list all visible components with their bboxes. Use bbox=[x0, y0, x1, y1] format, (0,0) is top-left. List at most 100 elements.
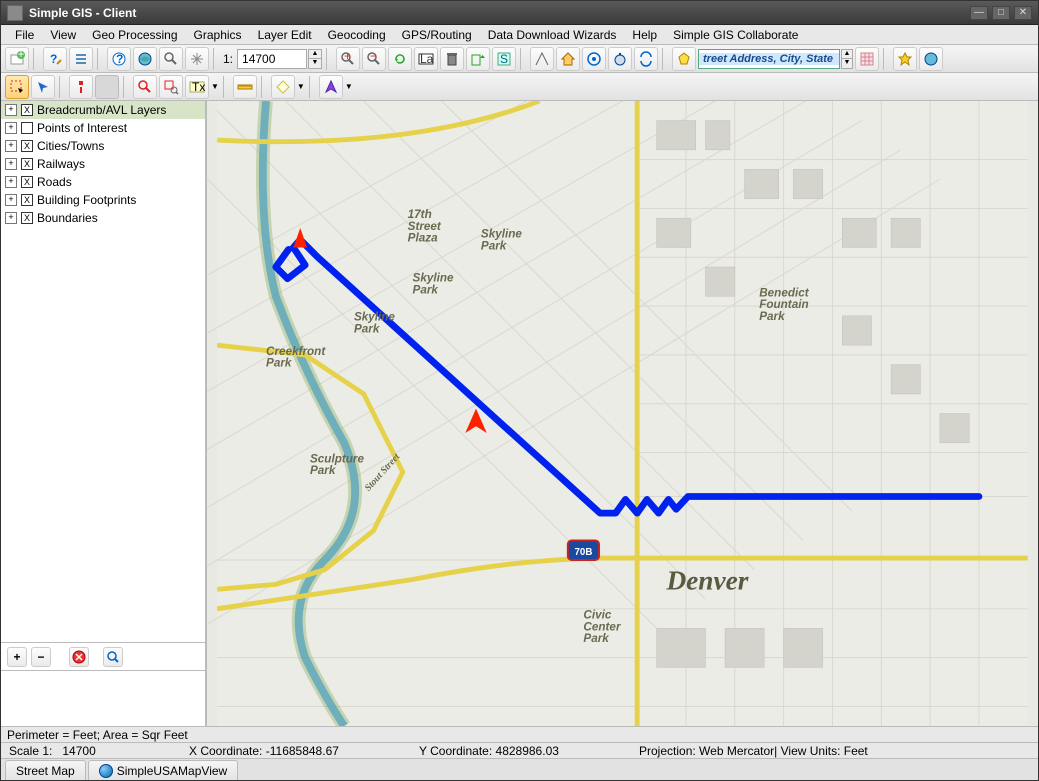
ruler-button[interactable] bbox=[233, 75, 257, 99]
help-wizard-button[interactable]: ? bbox=[43, 47, 67, 71]
main-body: +XBreadcrumb/AVL Layers+Points of Intere… bbox=[1, 101, 1038, 726]
menu-file[interactable]: File bbox=[7, 26, 42, 44]
sync-button[interactable] bbox=[634, 47, 658, 71]
expand-icon[interactable]: + bbox=[5, 194, 17, 206]
add-item-button[interactable]: + bbox=[7, 647, 27, 667]
x-coord-label: X Coordinate: bbox=[189, 744, 262, 758]
map-canvas[interactable]: 70B Denver 17thStreetPlaza SkylinePark S… bbox=[207, 101, 1038, 726]
expand-icon[interactable]: + bbox=[5, 158, 17, 170]
list-button[interactable] bbox=[69, 47, 93, 71]
add-layer-button[interactable]: + bbox=[5, 47, 29, 71]
menu-graphics[interactable]: Graphics bbox=[186, 26, 250, 44]
refresh-button[interactable] bbox=[388, 47, 412, 71]
layer-checkbox[interactable]: X bbox=[21, 212, 33, 224]
layer-checkbox[interactable]: X bbox=[21, 194, 33, 206]
remove-item-button[interactable]: − bbox=[31, 647, 51, 667]
layer-tree[interactable]: +XBreadcrumb/AVL Layers+Points of Intere… bbox=[1, 101, 205, 642]
expand-icon[interactable]: + bbox=[5, 122, 17, 134]
grid-button[interactable] bbox=[855, 47, 879, 71]
select-point-button[interactable] bbox=[31, 75, 55, 99]
svg-text:+: + bbox=[17, 51, 24, 61]
layer-row[interactable]: + X Roads bbox=[1, 173, 205, 191]
measure-button[interactable] bbox=[530, 47, 554, 71]
menu-gps/routing[interactable]: GPS/Routing bbox=[394, 26, 480, 44]
addr-down-button[interactable]: ▼ bbox=[841, 59, 853, 69]
addr-up-button[interactable]: ▲ bbox=[841, 49, 853, 59]
scale-value: 14700 bbox=[242, 52, 275, 66]
layer-checkbox[interactable] bbox=[21, 122, 33, 134]
full-extent-button[interactable] bbox=[133, 47, 157, 71]
tab-street-map[interactable]: Street Map bbox=[5, 760, 86, 780]
delete-button[interactable] bbox=[440, 47, 464, 71]
toolbar-secondary: Txt ▼ ▼ ▼ bbox=[1, 73, 1038, 101]
layer-label: Roads bbox=[37, 175, 72, 189]
layer-row[interactable]: +XRailways bbox=[1, 155, 205, 173]
expand-icon[interactable]: + bbox=[5, 176, 17, 188]
info-button[interactable] bbox=[69, 75, 93, 99]
sidebar-preview bbox=[1, 670, 205, 726]
identify-button[interactable]: ? bbox=[107, 47, 131, 71]
bookmark-button[interactable] bbox=[893, 47, 917, 71]
export-button[interactable] bbox=[466, 47, 490, 71]
scale-input[interactable]: 14700 bbox=[237, 49, 307, 69]
menu-help[interactable]: Help bbox=[624, 26, 665, 44]
menu-geocoding[interactable]: Geocoding bbox=[320, 26, 394, 44]
svg-text:Denver: Denver bbox=[665, 565, 748, 595]
menu-simple-gis-collaborate[interactable]: Simple GIS Collaborate bbox=[665, 26, 806, 44]
shape-button[interactable] bbox=[271, 75, 295, 99]
app-icon bbox=[7, 5, 23, 21]
layer-row[interactable]: +XBuilding Footprints bbox=[1, 191, 205, 209]
stopwatch-button[interactable] bbox=[608, 47, 632, 71]
zoom-layer-button[interactable] bbox=[103, 647, 123, 667]
layer-row[interactable]: +XCities/Towns bbox=[1, 137, 205, 155]
find-button[interactable] bbox=[133, 75, 157, 99]
svg-text:?: ? bbox=[50, 52, 57, 66]
minimize-button[interactable]: — bbox=[970, 6, 988, 20]
tab-simpleusamapview[interactable]: SimpleUSAMapView bbox=[88, 760, 239, 780]
layer-row[interactable]: +Points of Interest bbox=[1, 119, 205, 137]
text-annotation-button[interactable]: Txt bbox=[185, 75, 209, 99]
expand-icon[interactable]: + bbox=[5, 104, 17, 116]
maximize-button[interactable]: □ bbox=[992, 6, 1010, 20]
layer-checkbox[interactable]: X bbox=[21, 158, 33, 170]
layer-label: Boundaries bbox=[37, 211, 98, 225]
sidebar: +XBreadcrumb/AVL Layers+Points of Intere… bbox=[1, 101, 206, 726]
menu-view[interactable]: View bbox=[42, 26, 84, 44]
menu-layer-edit[interactable]: Layer Edit bbox=[250, 26, 320, 44]
select-rect-button[interactable] bbox=[5, 75, 29, 99]
zoom-out-button[interactable]: − bbox=[362, 47, 386, 71]
pan-tool-button[interactable] bbox=[185, 47, 209, 71]
scale-down-button[interactable]: ▼ bbox=[308, 59, 322, 69]
expand-icon[interactable]: + bbox=[5, 212, 17, 224]
menu-geo-processing[interactable]: Geo Processing bbox=[84, 26, 185, 44]
layer-checkbox[interactable]: X bbox=[21, 176, 33, 188]
layer-row[interactable]: + X Boundaries bbox=[1, 209, 205, 227]
projection-label: Projection: Web Mercator| View Units: Fe… bbox=[639, 744, 868, 758]
script-button[interactable]: S bbox=[492, 47, 516, 71]
scale-up-button[interactable]: ▲ bbox=[308, 49, 322, 59]
zoom-tool-button[interactable] bbox=[159, 47, 183, 71]
menubar: FileViewGeo ProcessingGraphicsLayer Edit… bbox=[1, 25, 1038, 45]
close-button[interactable]: ✕ bbox=[1014, 6, 1032, 20]
navigate-button[interactable] bbox=[319, 75, 343, 99]
expand-icon[interactable]: + bbox=[5, 140, 17, 152]
clear-button[interactable] bbox=[69, 647, 89, 667]
address-input[interactable] bbox=[699, 53, 839, 65]
layer-checkbox[interactable]: X bbox=[21, 104, 33, 116]
menu-data-download-wizards[interactable]: Data Download Wizards bbox=[480, 26, 625, 44]
geocode-button[interactable] bbox=[672, 47, 696, 71]
layer-checkbox[interactable]: X bbox=[21, 140, 33, 152]
map-view[interactable]: 70B Denver 17thStreetPlaza SkylinePark S… bbox=[206, 101, 1038, 726]
svg-text:?: ? bbox=[116, 52, 123, 66]
scale-prefix-label: 1: bbox=[223, 52, 233, 66]
target-button[interactable] bbox=[582, 47, 606, 71]
address-search[interactable] bbox=[698, 49, 840, 69]
layer-row[interactable]: +XBreadcrumb/AVL Layers bbox=[1, 101, 205, 119]
home-button[interactable] bbox=[556, 47, 580, 71]
zoom-in-button[interactable]: + bbox=[336, 47, 360, 71]
label-button[interactable]: Lab bbox=[414, 47, 438, 71]
sidebar-tools: + − bbox=[1, 642, 205, 670]
zoom-selection-button[interactable] bbox=[159, 75, 183, 99]
world-button[interactable] bbox=[919, 47, 943, 71]
tabstrip: Street MapSimpleUSAMapView bbox=[1, 758, 1038, 780]
